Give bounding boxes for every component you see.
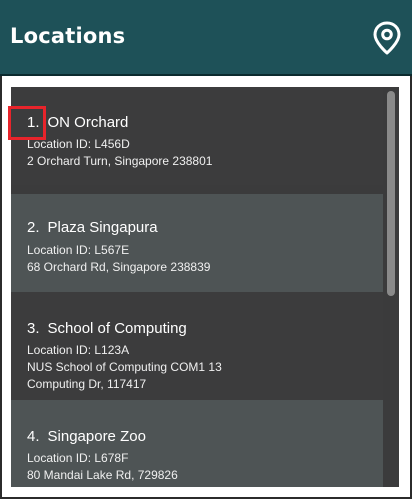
locations-window: Locations 1. ON Orchard Location ID: L456…	[0, 0, 412, 499]
scrollbar-thumb[interactable]	[387, 91, 395, 296]
location-id: Location ID: L567E	[27, 243, 130, 257]
location-card[interactable]: 4. Singapore Zoo Location ID: L678F 80 Ma…	[11, 400, 383, 487]
location-address: NUS School of Computing COM1 13	[27, 360, 222, 374]
location-id: Location ID: L123A	[27, 343, 130, 357]
map-pin-icon[interactable]	[372, 21, 402, 55]
location-name: School of Computing	[47, 320, 187, 337]
location-index: 3.	[27, 320, 40, 337]
location-address: Computing Dr, 117417	[27, 377, 147, 391]
header-bar: Locations	[0, 0, 412, 76]
location-name: Plaza Singapura	[47, 219, 158, 236]
location-title: 2. Plaza Singapura	[27, 219, 158, 236]
location-name: Singapore Zoo	[47, 428, 146, 445]
location-address: 2 Orchard Turn, Singapore 238801	[27, 154, 213, 168]
location-address: 80 Mandai Lake Rd, 729826	[27, 468, 178, 482]
content-frame: 1. ON Orchard Location ID: L456D 2 Orchar…	[0, 76, 412, 499]
location-list[interactable]: 1. ON Orchard Location ID: L456D 2 Orchar…	[11, 87, 399, 487]
location-card[interactable]: 3. School of Computing Location ID: L123A…	[11, 292, 383, 400]
location-title: 4. Singapore Zoo	[27, 428, 146, 445]
location-name: ON Orchard	[47, 114, 129, 131]
location-card[interactable]: 1. ON Orchard Location ID: L456D 2 Orchar…	[11, 87, 383, 185]
location-index: 4.	[27, 428, 40, 445]
location-address: 68 Orchard Rd, Singapore 238839	[27, 260, 211, 274]
highlight-marker	[8, 106, 46, 140]
location-id: Location ID: L678F	[27, 451, 129, 465]
location-index: 2.	[27, 219, 40, 236]
scrollbar[interactable]	[387, 91, 395, 483]
location-card[interactable]: 2. Plaza Singapura Location ID: L567E 68 …	[11, 194, 383, 292]
location-title: 3. School of Computing	[27, 320, 187, 337]
page-title: Locations	[10, 24, 126, 48]
